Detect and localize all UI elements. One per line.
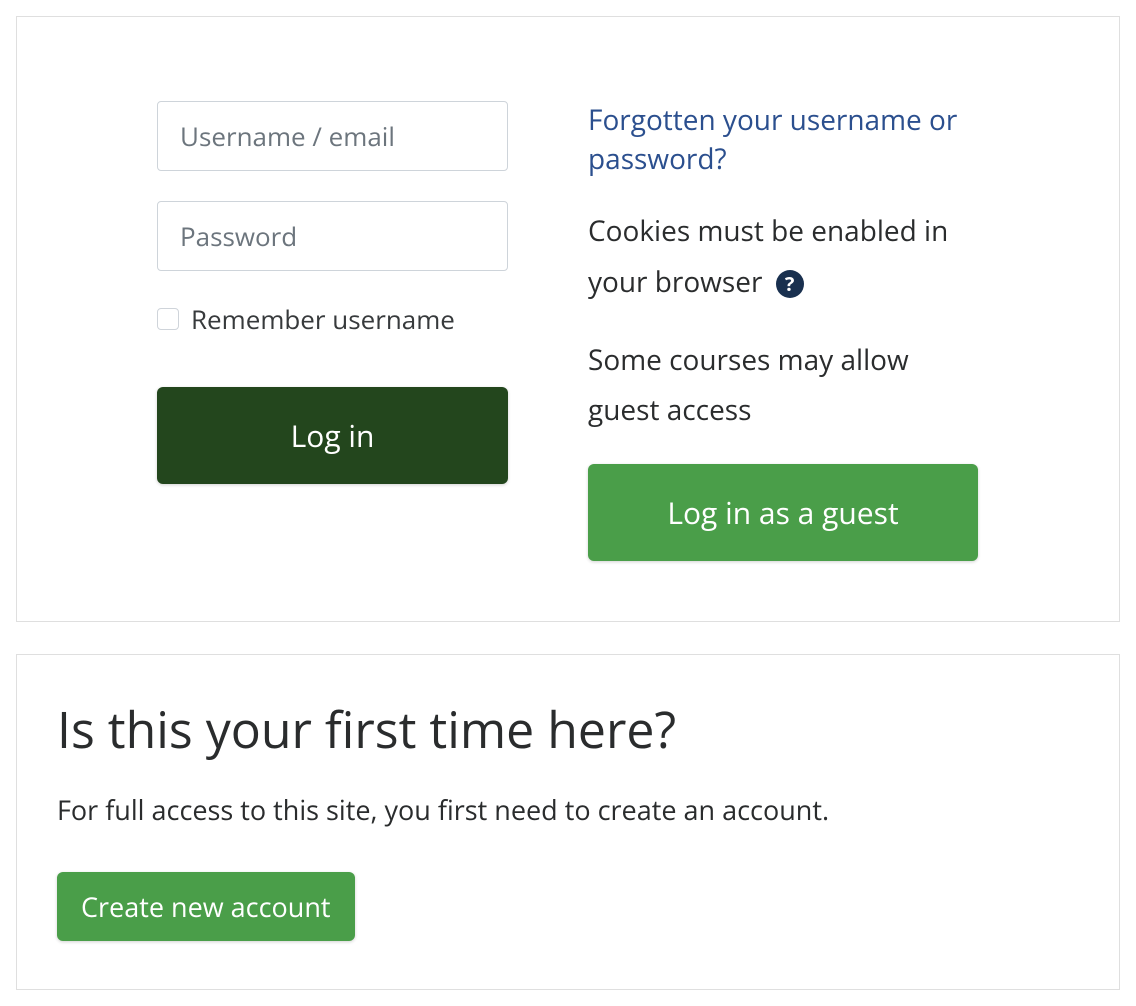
create-account-button[interactable]: Create new account bbox=[57, 872, 355, 941]
guest-login-button[interactable]: Log in as a guest bbox=[588, 464, 978, 561]
cookies-notice: Cookies must be enabled in your browser … bbox=[588, 206, 979, 307]
remember-username-wrap: Remember username bbox=[157, 301, 508, 337]
remember-username-checkbox[interactable] bbox=[157, 308, 179, 330]
signup-card: Is this your first time here? For full a… bbox=[16, 654, 1120, 990]
signup-heading: Is this your first time here? bbox=[57, 695, 1079, 763]
cookies-notice-text: Cookies must be enabled in your browser bbox=[588, 212, 948, 300]
login-button[interactable]: Log in bbox=[157, 387, 508, 484]
signup-text: For full access to this site, you first … bbox=[57, 791, 1079, 828]
login-info-column: Forgotten your username or password? Coo… bbox=[568, 101, 1079, 561]
forgot-password-link[interactable]: Forgotten your username or password? bbox=[588, 101, 979, 178]
help-icon[interactable]: ? bbox=[776, 270, 804, 298]
login-form-column: Remember username Log in bbox=[57, 101, 568, 561]
remember-username-label: Remember username bbox=[191, 301, 455, 337]
username-field[interactable] bbox=[157, 101, 508, 171]
login-card: Remember username Log in Forgotten your … bbox=[16, 16, 1120, 622]
password-field[interactable] bbox=[157, 201, 508, 271]
guest-access-text: Some courses may allow guest access bbox=[588, 335, 979, 436]
